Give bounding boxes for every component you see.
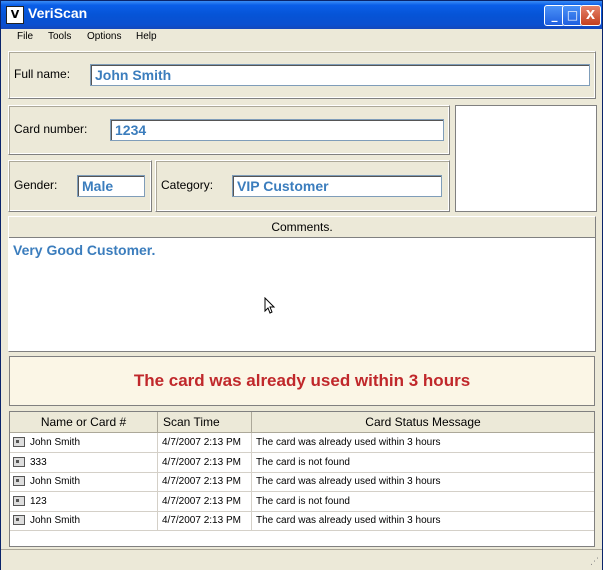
card-number-field[interactable]: 1234	[110, 119, 444, 141]
fullname-panel: Full name: John Smith	[8, 51, 596, 99]
cell-scan-time: 4/7/2007 2:13 PM	[158, 452, 252, 472]
gender-label: Gender:	[14, 178, 58, 192]
resize-grip-icon[interactable]: ⋰	[590, 557, 599, 567]
comments-textarea[interactable]: Very Good Customer.	[9, 238, 595, 351]
fullname-label: Full name:	[14, 67, 71, 81]
table-header: Name or Card # Scan Time Card Status Mes…	[10, 412, 594, 433]
menu-help[interactable]: Help	[136, 31, 157, 42]
column-header-name[interactable]: Name or Card #	[10, 412, 158, 432]
gender-field[interactable]: Male	[77, 175, 145, 197]
table-row[interactable]: John Smith 4/7/2007 2:13 PM The card was a…	[10, 472, 594, 492]
status-bar: ⋰	[1, 549, 602, 570]
id-card-icon	[13, 476, 25, 486]
cell-scan-time: 4/7/2007 2:13 PM	[158, 491, 252, 511]
scan-history-table: Name or Card # Scan Time Card Status Mes…	[9, 411, 595, 547]
cell-name: John Smith	[26, 433, 158, 452]
id-card-icon	[13, 456, 25, 467]
status-alert: The card was already used within 3 hours	[9, 356, 595, 406]
column-header-scan-time[interactable]: Scan Time	[158, 412, 252, 432]
cell-scan-time: 4/7/2007 2:13 PM	[158, 433, 252, 452]
id-card-icon	[13, 495, 25, 506]
comments-header: Comments.	[9, 217, 595, 238]
customer-photo	[455, 105, 597, 212]
close-button[interactable]: X	[580, 5, 601, 26]
title-bar[interactable]: V VeriScan _ □ X	[1, 1, 602, 29]
card-number-label: Card number:	[14, 122, 88, 136]
mouse-cursor-icon	[264, 297, 276, 314]
table-row[interactable]: John Smith 4/7/2007 2:13 PM The card was a…	[10, 433, 594, 453]
gender-panel: Gender: Male	[8, 160, 152, 212]
fullname-field[interactable]: John Smith	[90, 64, 590, 86]
comments-panel: Comments. Very Good Customer.	[8, 216, 596, 352]
cell-status: The card is not found	[256, 495, 350, 507]
category-field[interactable]: VIP Customer	[232, 175, 442, 197]
id-card-icon	[13, 515, 25, 525]
cell-name: 123	[26, 491, 158, 511]
cell-status: The card is not found	[256, 456, 350, 468]
cell-status: The card was already used within 3 hours	[256, 437, 441, 448]
cell-status: The card was already used within 3 hours	[256, 476, 441, 487]
cell-status: The card was already used within 3 hours	[256, 515, 441, 526]
cell-scan-time: 4/7/2007 2:13 PM	[158, 472, 252, 491]
category-label: Category:	[161, 178, 214, 192]
category-panel: Category: VIP Customer	[155, 160, 450, 212]
window-title: VeriScan	[28, 5, 88, 21]
app-window: V VeriScan _ □ X File Tools Options Help…	[0, 0, 603, 570]
app-icon: V	[6, 6, 24, 24]
menu-bar: File Tools Options Help	[1, 29, 602, 47]
column-header-status[interactable]: Card Status Message	[252, 412, 594, 432]
cell-scan-time: 4/7/2007 2:13 PM	[158, 511, 252, 530]
table-row[interactable]: 123 4/7/2007 2:13 PM The card is not found	[10, 491, 594, 512]
menu-tools[interactable]: Tools	[48, 31, 71, 42]
menu-options[interactable]: Options	[87, 31, 121, 42]
id-card-icon	[13, 437, 25, 447]
menu-file[interactable]: File	[17, 31, 33, 42]
table-row[interactable]: John Smith 4/7/2007 2:13 PM The card was a…	[10, 511, 594, 531]
cell-name: 333	[26, 452, 158, 472]
cell-name: John Smith	[26, 472, 158, 491]
cell-name: John Smith	[26, 511, 158, 530]
card-number-panel: Card number: 1234	[8, 105, 450, 155]
table-row[interactable]: 333 4/7/2007 2:13 PM The card is not found	[10, 452, 594, 473]
